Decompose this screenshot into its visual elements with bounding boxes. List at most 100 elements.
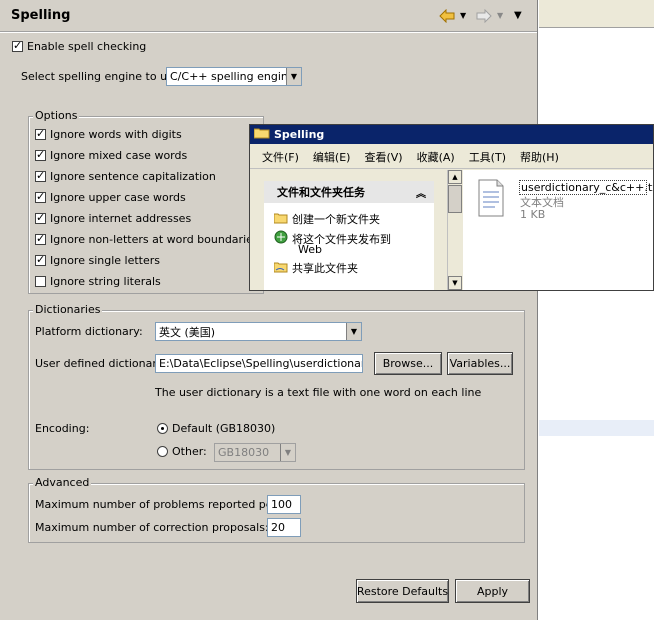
option-label: Ignore sentence capitalization xyxy=(50,170,216,183)
file-size: 1 KB xyxy=(520,208,546,221)
menu-edit[interactable]: 编辑(E) xyxy=(313,149,351,165)
task-label: 创建一个新文件夹 xyxy=(292,213,380,226)
restore-defaults-button[interactable]: Restore Defaults xyxy=(356,579,449,603)
dictionaries-group-label: Dictionaries xyxy=(33,303,103,316)
user-dictionary-hint: The user dictionary is a text file with … xyxy=(155,386,482,399)
scroll-down-icon[interactable]: ▼ xyxy=(448,276,462,290)
text-file-icon[interactable] xyxy=(475,178,507,221)
encoding-other-option[interactable]: Other: xyxy=(157,445,207,458)
max-problems-label: Maximum number of problems reported per … xyxy=(35,498,302,511)
explorer-title: Spelling xyxy=(274,128,325,141)
chevron-down-icon[interactable]: ▼ xyxy=(286,68,301,85)
option-label: Ignore string literals xyxy=(50,275,161,288)
advanced-group-label: Advanced xyxy=(33,476,92,489)
task-pane-scrollbar[interactable]: ▲ ▼ xyxy=(447,170,462,290)
checkbox[interactable] xyxy=(35,169,46,182)
option-ignore-sentence-capitalization[interactable]: Ignore sentence capitalization xyxy=(35,169,216,183)
menu-help[interactable]: 帮助(H) xyxy=(520,149,559,165)
back-arrow-icon[interactable] xyxy=(439,8,455,24)
platform-dictionary-select[interactable]: 英文 (美国) ▼ xyxy=(155,322,362,341)
menu-favorites[interactable]: 收藏(A) xyxy=(417,149,455,165)
option-ignore-string-literals[interactable]: Ignore string literals xyxy=(35,275,161,288)
encoding-default-option[interactable]: Default (GB18030) xyxy=(157,422,275,435)
options-group xyxy=(28,116,264,294)
explorer-title-bar: Spelling xyxy=(250,125,653,144)
chevron-down-icon[interactable]: ▼ xyxy=(346,323,361,340)
task-publish-web[interactable]: 将这个文件夹发布到 xyxy=(274,230,391,247)
max-problems-input[interactable]: 100 xyxy=(267,495,301,514)
enable-spell-checking-label: Enable spell checking xyxy=(27,40,147,53)
enable-spell-checking[interactable]: Enable spell checking xyxy=(12,39,147,53)
browse-button[interactable]: Browse... xyxy=(374,352,442,375)
explorer-menubar: 文件(F) 编辑(E) 查看(V) 收藏(A) 工具(T) 帮助(H) xyxy=(250,145,653,169)
radio-button[interactable] xyxy=(157,446,168,457)
explorer-window: Spelling 文件(F) 编辑(E) 查看(V) 收藏(A) 工具(T) 帮… xyxy=(249,124,654,291)
option-label: Ignore words with digits xyxy=(50,128,182,141)
page-title: Spelling xyxy=(11,8,71,23)
radio-button[interactable] xyxy=(157,423,168,434)
variables-button[interactable]: Variables... xyxy=(447,352,513,375)
checkbox[interactable] xyxy=(35,127,46,140)
menu-view[interactable]: 查看(V) xyxy=(364,149,402,165)
user-dictionary-label: User defined dictionary: xyxy=(35,357,167,370)
share-folder-icon xyxy=(273,261,288,276)
task-label: 共享此文件夹 xyxy=(292,262,358,275)
option-ignore-internet-addresses[interactable]: Ignore internet addresses xyxy=(35,211,192,225)
option-label: Ignore upper case words xyxy=(50,191,186,204)
encoding-label: Encoding: xyxy=(35,422,90,435)
option-ignore-mixed-case[interactable]: Ignore mixed case words xyxy=(35,148,188,162)
enable-spell-checking-checkbox[interactable] xyxy=(12,39,23,52)
engine-row: Select spelling engine to use: xyxy=(21,70,183,83)
encoding-other-select[interactable]: GB18030 ▼ xyxy=(214,443,296,462)
checkbox[interactable] xyxy=(35,211,46,224)
encoding-default-label: Default (GB18030) xyxy=(172,422,276,435)
scroll-thumb[interactable] xyxy=(448,185,462,213)
background-window-toolbar xyxy=(539,0,654,28)
view-menu-icon[interactable]: ▼ xyxy=(514,11,524,21)
options-group-label: Options xyxy=(33,109,80,122)
folder-icon xyxy=(253,127,270,142)
encoding-other-label: Other: xyxy=(172,445,207,458)
task-label-continued: Web xyxy=(298,243,322,256)
task-pane-header[interactable]: 文件和文件夹任务 ︽ xyxy=(264,181,434,203)
engine-label: Select spelling engine to use: xyxy=(21,70,184,83)
checkbox[interactable] xyxy=(35,276,46,287)
checkbox[interactable] xyxy=(35,253,46,266)
file-name[interactable]: userdictionary_c&c++.txt xyxy=(519,180,653,195)
scroll-up-icon[interactable]: ▲ xyxy=(448,170,462,184)
max-proposals-label: Maximum number of correction proposals: xyxy=(35,521,269,534)
max-proposals-input[interactable]: 20 xyxy=(267,518,301,537)
engine-select-value: C/C++ spelling engine xyxy=(170,70,286,83)
apply-button[interactable]: Apply xyxy=(455,579,530,603)
checkbox[interactable] xyxy=(35,232,46,245)
title-separator xyxy=(0,31,537,33)
menu-file[interactable]: 文件(F) xyxy=(262,149,299,165)
option-label: Ignore mixed case words xyxy=(50,149,188,162)
chevron-down-icon[interactable]: ▼ xyxy=(280,444,295,461)
collapse-icon[interactable]: ︽ xyxy=(416,185,426,200)
option-ignore-upper-case[interactable]: Ignore upper case words xyxy=(35,190,186,204)
background-highlight-row xyxy=(539,420,654,436)
platform-dictionary-value: 英文 (美国) xyxy=(159,325,216,339)
platform-dictionary-label: Platform dictionary: xyxy=(35,325,143,338)
encoding-other-value: GB18030 xyxy=(218,446,270,459)
forward-arrow-icon[interactable] xyxy=(476,8,492,24)
checkbox[interactable] xyxy=(35,148,46,161)
option-ignore-single-letters[interactable]: Ignore single letters xyxy=(35,253,161,267)
new-folder-icon xyxy=(273,212,288,227)
option-ignore-words-with-digits[interactable]: Ignore words with digits xyxy=(35,127,182,141)
option-label: Ignore single letters xyxy=(50,254,161,267)
option-ignore-non-letters[interactable]: Ignore non-letters at word boundaries xyxy=(35,232,259,246)
back-dropdown-icon[interactable]: ▼ xyxy=(460,12,468,20)
forward-dropdown-icon[interactable]: ▼ xyxy=(497,12,505,20)
preferences-page: Spelling ▼ ▼ ▼ Enable spell checking Sel… xyxy=(0,0,538,620)
user-dictionary-input[interactable]: E:\Data\Eclipse\Spelling\userdictionary_… xyxy=(155,354,363,373)
option-label: Ignore internet addresses xyxy=(50,212,192,225)
task-new-folder[interactable]: 创建一个新文件夹 xyxy=(273,211,380,227)
menu-tools[interactable]: 工具(T) xyxy=(469,149,506,165)
task-pane-title: 文件和文件夹任务 xyxy=(277,186,365,199)
task-share-folder[interactable]: 共享此文件夹 xyxy=(273,260,358,276)
engine-select[interactable]: C/C++ spelling engine ▼ xyxy=(166,67,302,86)
publish-web-icon xyxy=(274,230,288,247)
checkbox[interactable] xyxy=(35,190,46,203)
